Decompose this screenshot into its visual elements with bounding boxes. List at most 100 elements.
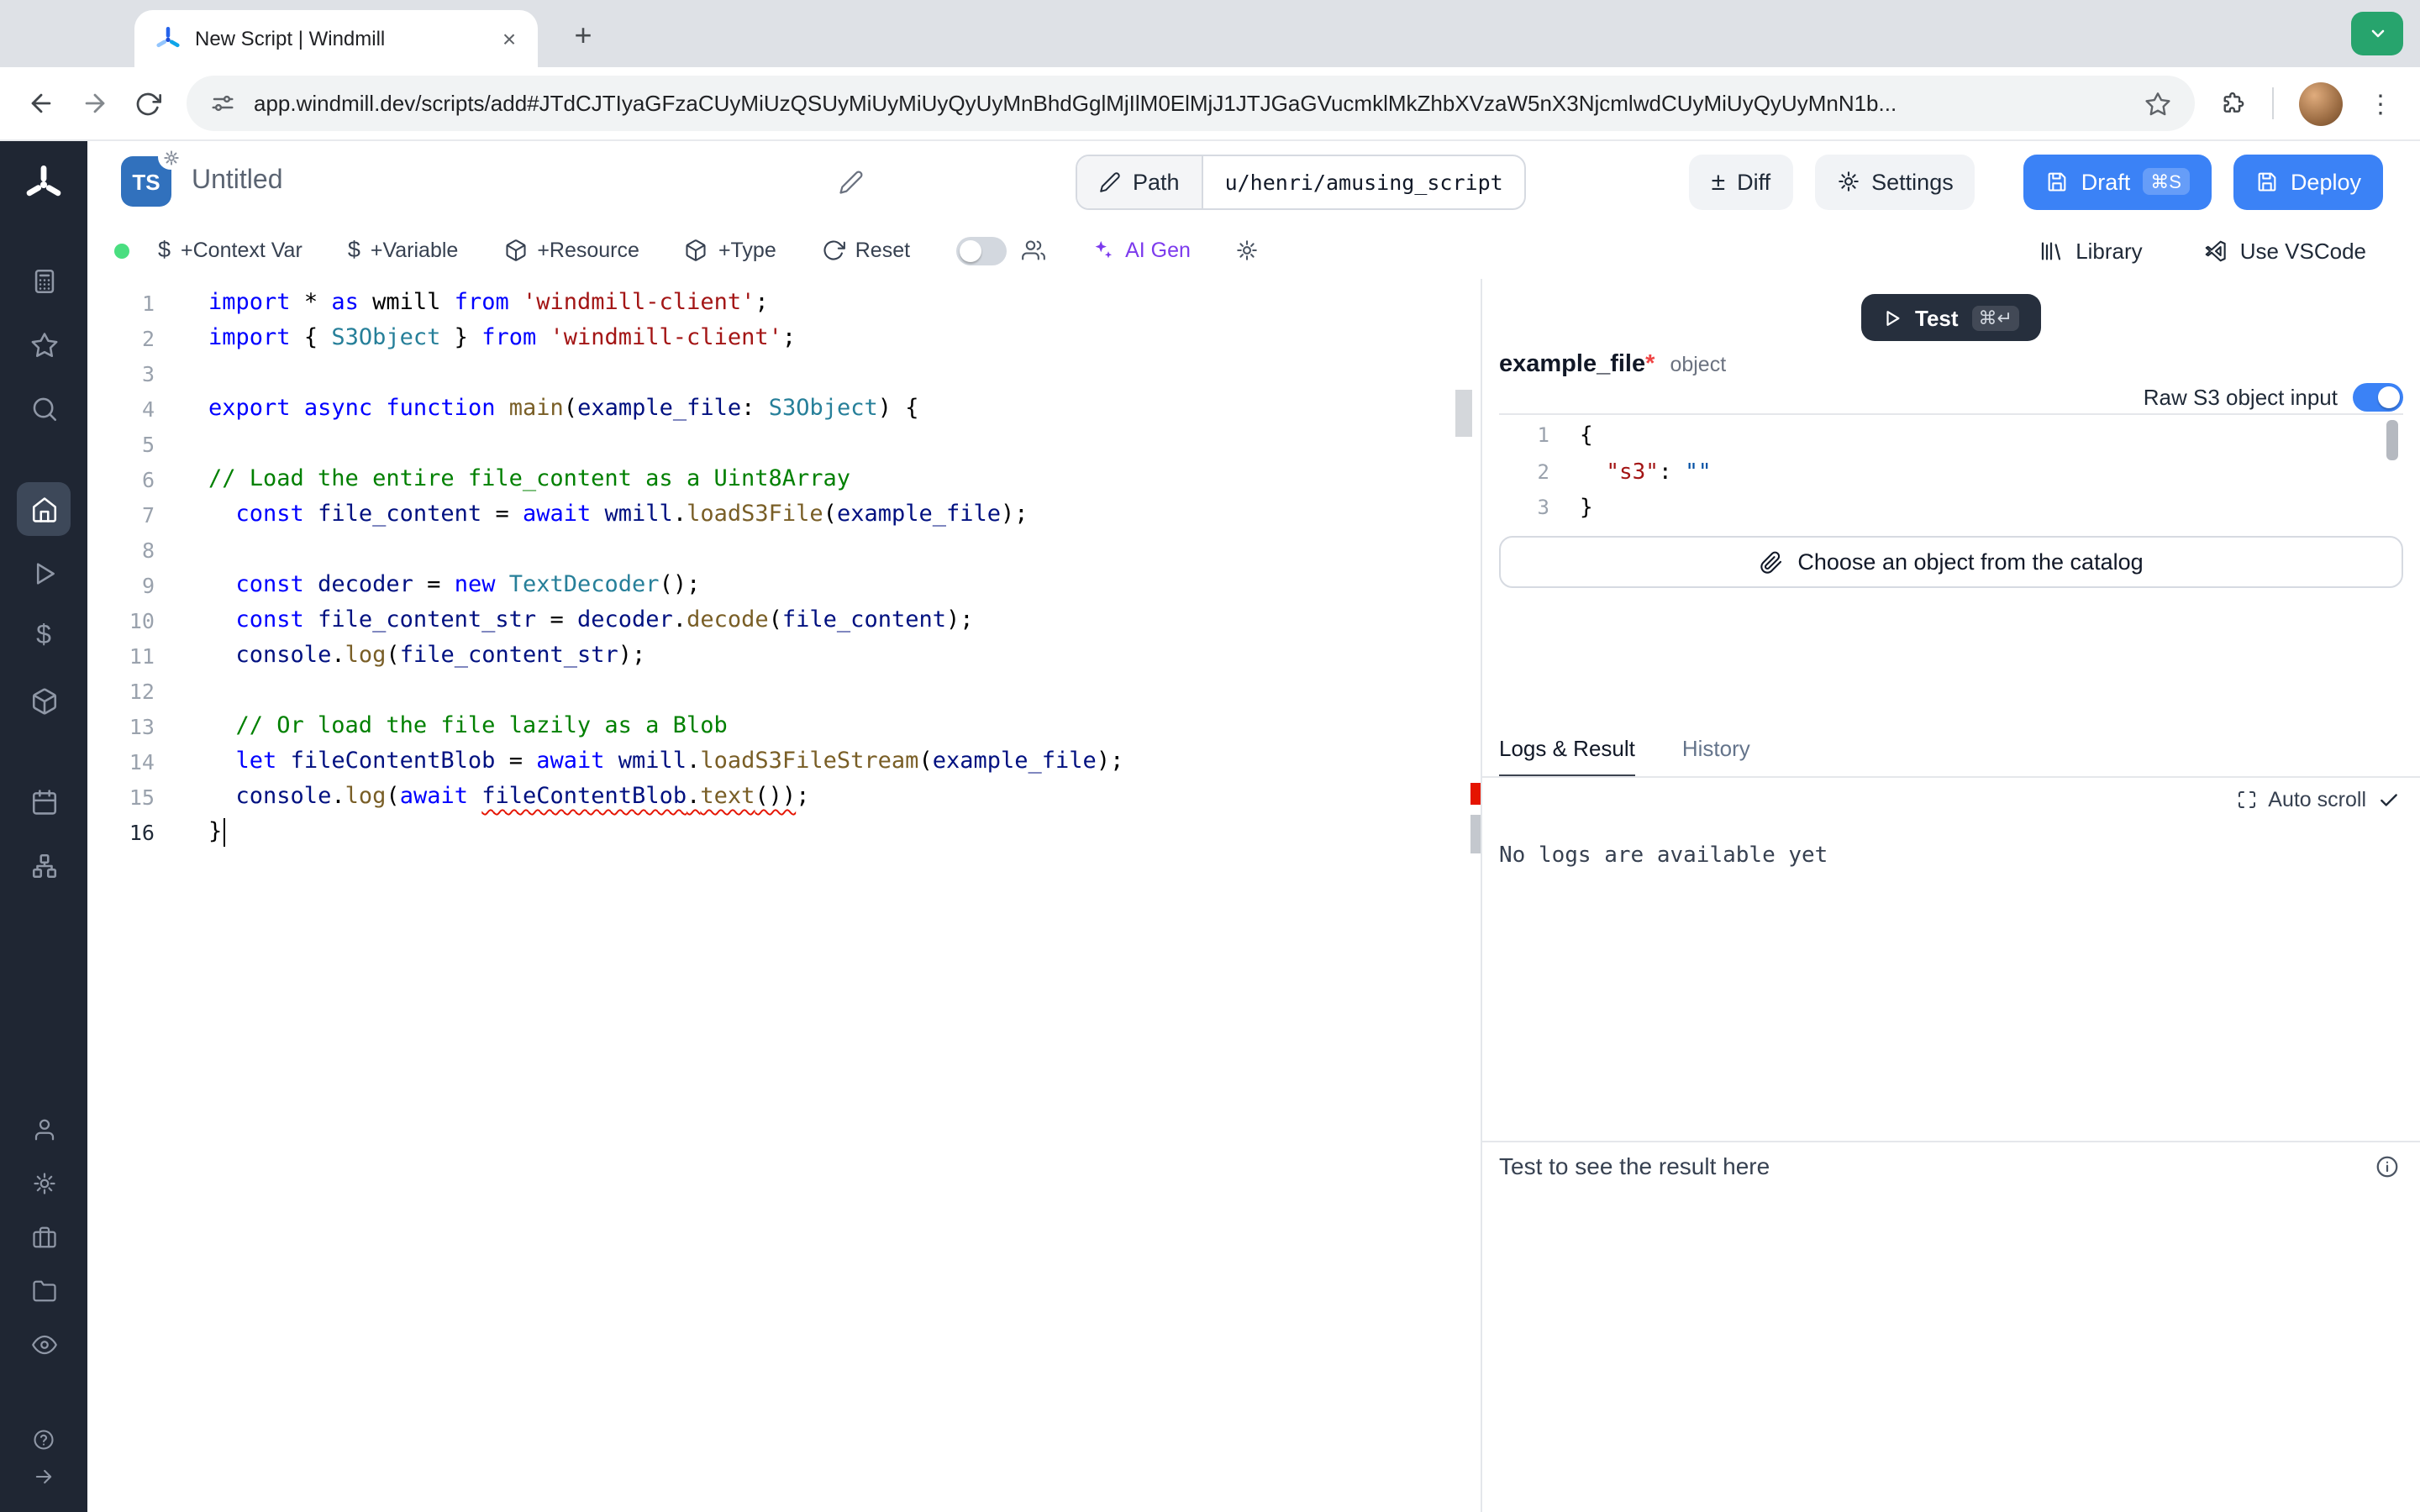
settings-button[interactable]: Settings [1814,154,1975,209]
add-context-var-label: +Context Var [181,239,302,262]
save-icon [2255,170,2279,193]
path-control[interactable]: Path u/henri/amusing_script [1076,154,1527,209]
tab-logs-result[interactable]: Logs & Result [1499,736,1635,778]
raw-s3-toggle[interactable] [2353,383,2403,412]
editor-settings-button[interactable] [1236,239,1260,262]
editor-scrollbar-thumb[interactable] [1455,390,1472,437]
code-line: 1{ [1499,418,2403,454]
code-editor[interactable]: 1import * as wmill from 'windmill-client… [87,279,1482,1512]
help-icon[interactable] [24,1423,64,1457]
search-icon[interactable] [17,381,71,435]
gear-icon [1236,239,1260,262]
forward-icon[interactable] [81,89,109,118]
vscode-icon [2203,238,2228,263]
diff-button[interactable]: ± Diff [1690,154,1793,209]
typescript-badge[interactable]: TS [121,156,171,207]
reset-label: Reset [855,239,910,262]
info-icon[interactable] [2375,1153,2400,1179]
browser-tab[interactable]: New Script | Windmill × [134,10,538,67]
schedules-calendar-icon[interactable] [17,774,71,828]
address-bar-row: app.windmill.dev/scripts/add#JTdCJTIyaGF… [0,67,2420,141]
variables-dollar-icon[interactable]: $ [17,610,71,664]
user-icon[interactable] [20,1105,67,1152]
resources-cube-icon[interactable] [17,674,71,727]
code-lines[interactable]: 1import * as wmill from 'windmill-client… [87,279,1481,850]
auto-scroll-control[interactable]: Auto scroll [2236,788,2400,811]
draft-label: Draft [2081,169,2131,194]
audit-eye-icon[interactable] [20,1320,67,1368]
use-vscode-button[interactable]: Use VSCode [2203,238,2366,263]
new-tab-button[interactable]: + [561,13,605,57]
result-placeholder: Test to see the result here [1499,1152,1770,1179]
ai-gen-button[interactable]: AI Gen [1090,239,1191,262]
add-context-var-button[interactable]: $ +Context Var [158,239,302,262]
raw-s3-label: Raw S3 object input [2144,385,2338,410]
dollar-icon: $ [158,239,171,262]
text-cursor [223,817,225,846]
s3-json-input[interactable]: 1{2 "s3": ""3} [1499,413,2403,527]
bookmark-star-icon[interactable] [2144,90,2171,117]
code-line: 4export async function main(example_file… [87,391,1481,427]
panel-tabs: Logs & Result History [1499,736,1750,778]
windmill-logo[interactable] [15,155,72,212]
windmill-favicon [155,25,182,52]
script-title-field[interactable]: Untitled [192,166,864,197]
test-button[interactable]: Test ⌘↵ [1861,294,2041,341]
auto-scroll-label: Auto scroll [2268,788,2366,811]
divider [2272,87,2274,119]
check-icon [2378,789,2400,811]
flows-sitemap-icon[interactable] [17,838,71,892]
no-logs-message: No logs are available yet [1499,843,1828,869]
language-settings-gear-icon[interactable] [158,144,183,170]
library-label: Library [2075,238,2143,263]
code-line: 14 let fileContentBlob = await wmill.loa… [87,744,1481,780]
add-variable-button[interactable]: $ +Variable [348,239,459,262]
draft-shortcut: ⌘S [2142,168,2190,195]
back-icon[interactable] [27,89,55,118]
home-icon[interactable] [17,482,71,536]
browser-menu-icon[interactable]: ⋮ [2368,88,2393,118]
tab-history[interactable]: History [1682,736,1750,778]
code-line: 7 const file_content = await wmill.loadS… [87,497,1481,533]
edit-path-pencil-icon [1099,171,1121,192]
site-settings-icon[interactable] [210,91,235,116]
collapse-arrow-icon[interactable] [24,1460,64,1494]
code-line: 11 console.log(file_content_str); [87,638,1481,674]
use-vscode-label: Use VSCode [2240,238,2366,263]
tabs-divider [1482,776,2420,778]
workers-briefcase-icon[interactable] [20,1213,67,1260]
library-button[interactable]: Library [2039,238,2143,263]
add-resource-button[interactable]: +Resource [503,239,639,262]
profile-avatar[interactable] [2299,81,2343,125]
edit-title-pencil-icon[interactable] [839,169,864,194]
test-label: Test [1915,305,1959,330]
folders-icon[interactable] [20,1267,67,1314]
test-shortcut: ⌘↵ [1972,305,2019,330]
code-line: 10 const file_content_str = decoder.deco… [87,603,1481,638]
choose-object-button[interactable]: Choose an object from the catalog [1499,536,2403,588]
code-line: 6// Load the entire file_content as a Ui… [87,462,1481,497]
runs-play-icon[interactable] [17,546,71,600]
deploy-button[interactable]: Deploy [2233,154,2383,209]
collab-toggle[interactable] [955,236,1006,265]
add-type-label: +Type [718,239,776,262]
json-scrollbar-thumb[interactable] [2386,420,2398,460]
browser-extension-badge[interactable] [2351,12,2403,55]
main-column: TS Untitled Path u/henri/amusing_script [87,141,2420,1512]
refresh-icon [822,239,845,262]
add-resource-label: +Resource [537,239,639,262]
ai-gen-label: AI Gen [1125,239,1191,262]
path-value: u/henri/amusing_script [1203,155,1525,207]
reload-icon[interactable] [134,90,161,117]
settings-gear-icon[interactable] [20,1159,67,1206]
tab-close-icon[interactable]: × [494,24,524,54]
address-bar[interactable]: app.windmill.dev/scripts/add#JTdCJTIyaGF… [187,76,2195,131]
draft-button[interactable]: Draft ⌘S [2024,154,2212,209]
calculator-icon[interactable] [17,254,71,307]
reset-button[interactable]: Reset [822,239,910,262]
add-type-button[interactable]: +Type [685,239,776,262]
extensions-puzzle-icon[interactable] [2220,90,2247,117]
favorites-star-icon[interactable] [17,318,71,371]
cursor-overview-mark [1470,815,1481,853]
users-icon [1021,239,1044,262]
